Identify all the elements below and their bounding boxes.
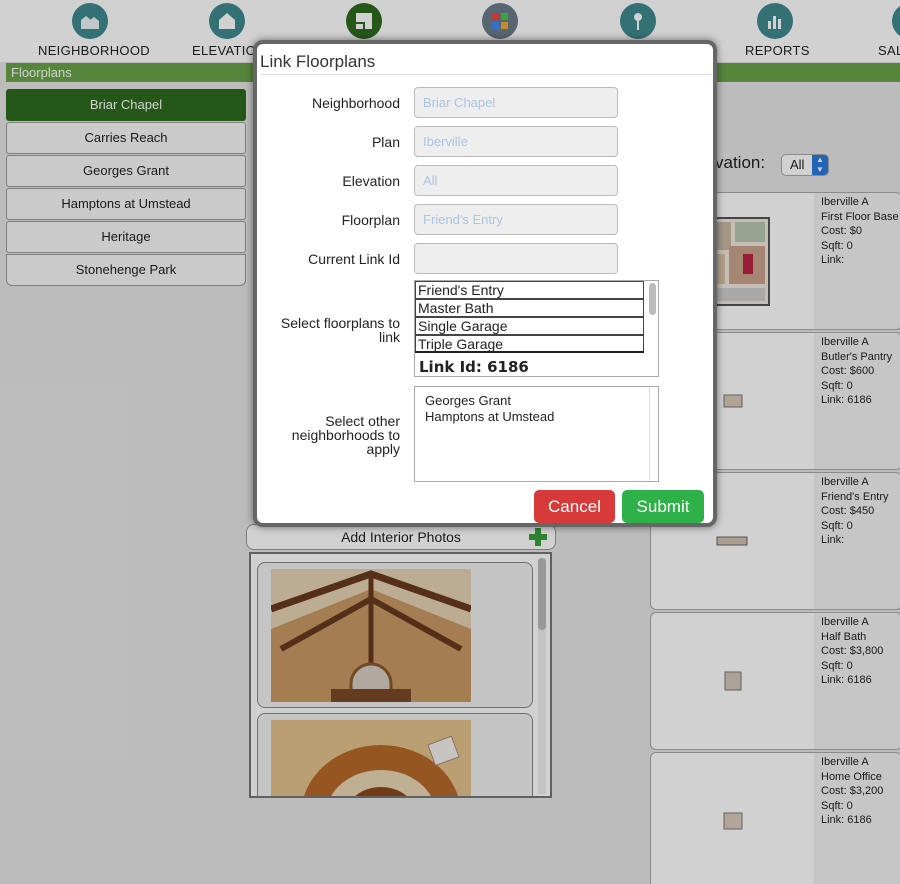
- neighborhood-field[interactable]: Briar Chapel: [414, 87, 618, 118]
- floorplan-option[interactable]: Single Garage: [415, 317, 644, 335]
- plan-field[interactable]: Iberville: [414, 126, 618, 157]
- floorplan-option[interactable]: Master Bath: [415, 299, 644, 317]
- dialog-title: Link Floorplans: [260, 52, 376, 71]
- current-link-id-field[interactable]: [414, 243, 618, 274]
- other-neighborhoods-multiselect[interactable]: Georges Grant Hamptons at Umstead: [414, 386, 659, 482]
- link-id-group-label: Link Id: 6186: [415, 351, 644, 376]
- neighborhood-label: Neighborhood: [312, 95, 400, 111]
- elevation-field[interactable]: All: [414, 165, 618, 196]
- floorplan-option[interactable]: Friend's Entry: [415, 281, 644, 299]
- neighborhood-option[interactable]: Hamptons at Umstead: [425, 409, 648, 425]
- floorplan-field[interactable]: Friend's Entry: [414, 204, 618, 235]
- elevation-label: Elevation: [342, 173, 400, 189]
- select-floorplans-label: Select floorplans to link: [280, 315, 400, 345]
- submit-button[interactable]: Submit: [622, 490, 704, 523]
- current-link-id-label: Current Link Id: [308, 251, 400, 267]
- listbox-scrollbar[interactable]: [649, 283, 656, 315]
- neighborhood-option[interactable]: Georges Grant: [425, 393, 648, 409]
- floorplan-label: Floorplan: [341, 212, 400, 228]
- link-floorplans-dialog: Link Floorplans Neighborhood Briar Chape…: [253, 40, 717, 527]
- other-neighborhoods-label: Select other neighborhoods to apply: [291, 413, 400, 457]
- plan-label: Plan: [371, 134, 400, 150]
- cancel-button[interactable]: Cancel: [534, 490, 615, 523]
- divider: [261, 74, 711, 75]
- floorplans-multiselect[interactable]: Friend's Entry Master Bath Single Garage…: [414, 280, 659, 377]
- listbox-scrollbar[interactable]: [649, 387, 658, 481]
